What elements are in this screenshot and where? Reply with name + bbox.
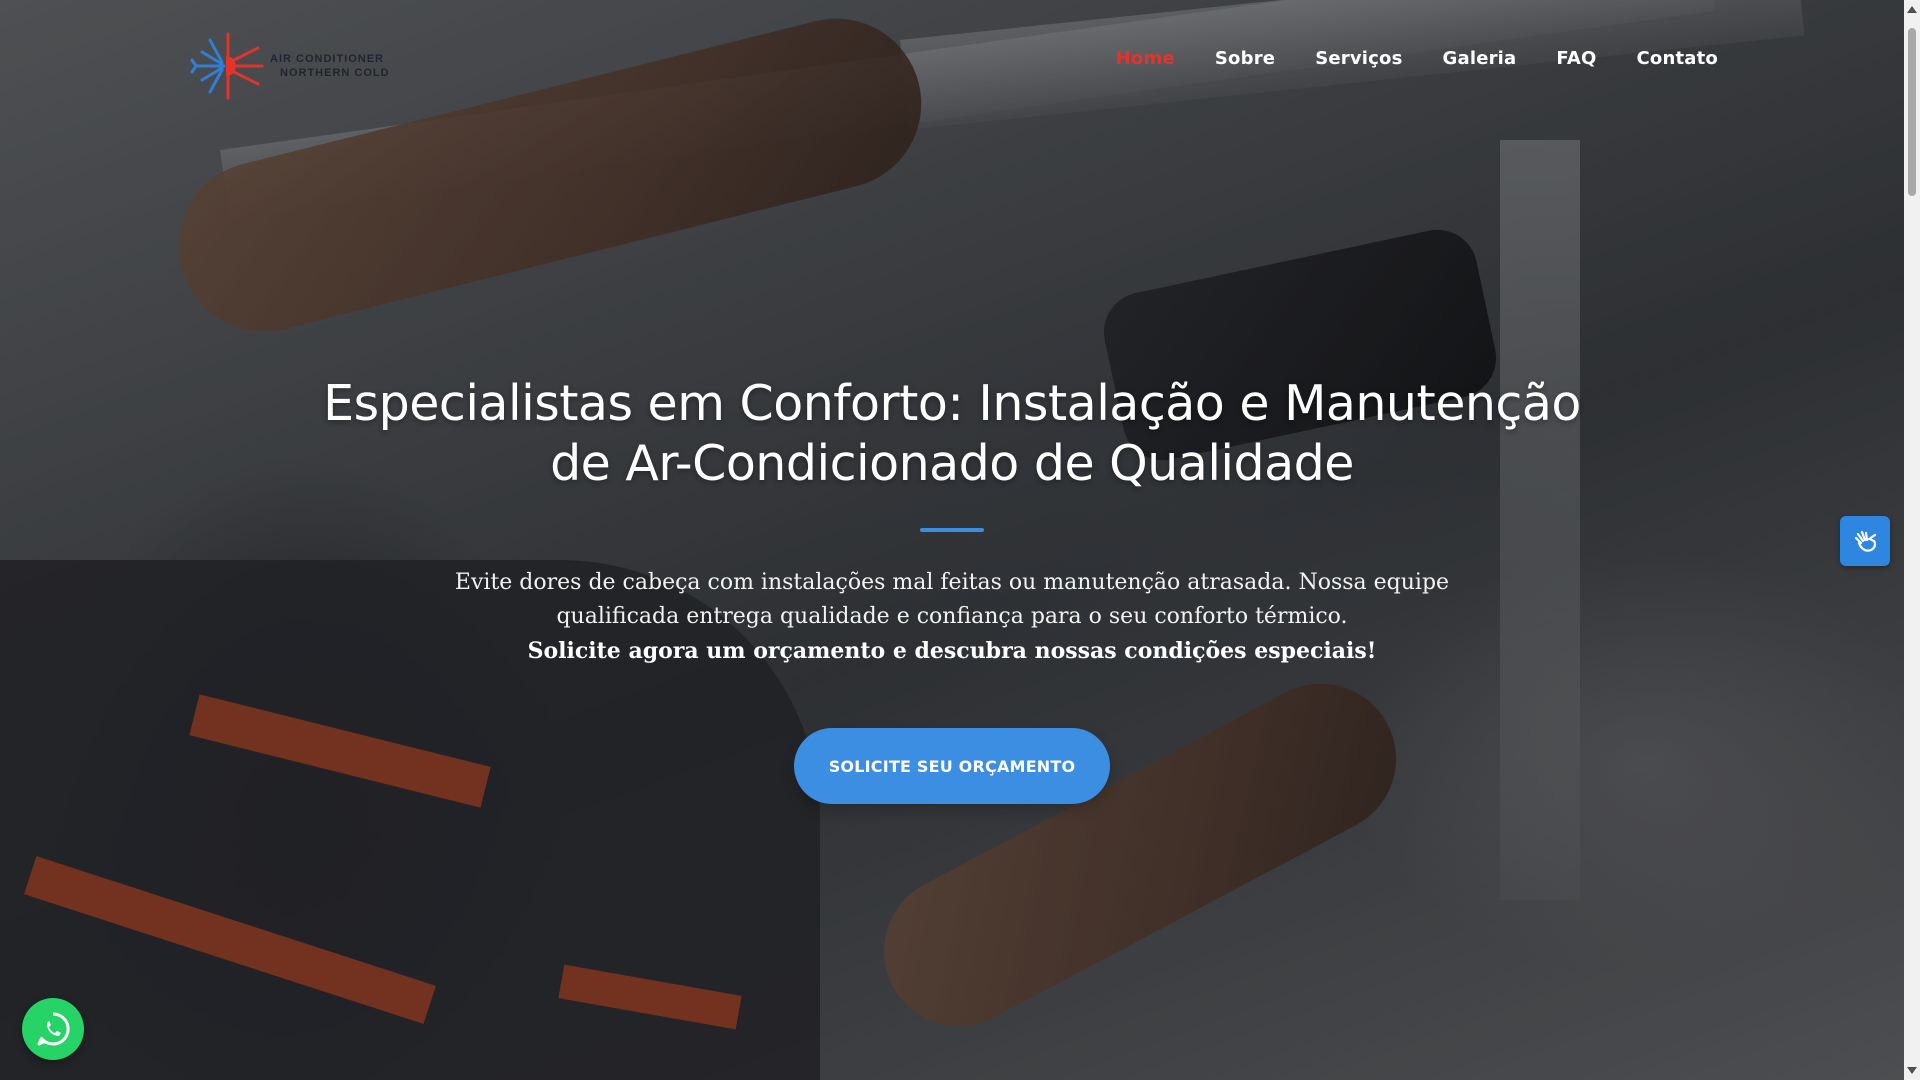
sign-language-hand-icon <box>1854 530 1877 552</box>
page: AIR CONDITIONER NORTHERN COLD Home Sobre… <box>0 0 1920 1080</box>
hero-section: Especialistas em Conforto: Instalação e … <box>0 374 1904 804</box>
scroll-down-arrow-icon[interactable] <box>1907 1067 1917 1074</box>
whatsapp-icon <box>37 1012 70 1046</box>
nav-item-galeria[interactable]: Galeria <box>1443 48 1517 69</box>
main-navigation: Home Sobre Serviços Galeria FAQ Contato <box>1116 48 1718 69</box>
hero-cta-text: Solicite agora um orçamento e descubra n… <box>527 638 1377 664</box>
request-quote-button[interactable]: SOLICITE SEU ORÇAMENTO <box>794 728 1110 804</box>
title-divider <box>920 528 984 532</box>
site-logo[interactable]: AIR CONDITIONER NORTHERN COLD <box>188 28 390 104</box>
scroll-up-arrow-icon[interactable] <box>1907 6 1917 13</box>
nav-item-servicos[interactable]: Serviços <box>1315 48 1402 69</box>
scrollbar-thumb[interactable] <box>1908 28 1916 196</box>
logo-line-2: NORTHERN COLD <box>280 67 390 79</box>
nav-item-faq[interactable]: FAQ <box>1556 48 1596 69</box>
nav-item-contato[interactable]: Contato <box>1636 48 1718 69</box>
whatsapp-button[interactable] <box>22 998 84 1060</box>
hero-description: Evite dores de cabeça com instalações ma… <box>454 570 1450 629</box>
hero-title: Especialistas em Conforto: Instalação e … <box>323 375 1581 492</box>
logo-wordmark: AIR CONDITIONER NORTHERN COLD <box>270 52 390 80</box>
logo-line-1: AIR CONDITIONER <box>270 53 384 65</box>
page-scrollbar[interactable] <box>1904 0 1920 1080</box>
nav-item-home[interactable]: Home <box>1116 48 1175 69</box>
accessibility-widget-button[interactable] <box>1840 516 1890 566</box>
snowflake-sun-icon <box>190 32 264 100</box>
nav-item-sobre[interactable]: Sobre <box>1215 48 1275 69</box>
